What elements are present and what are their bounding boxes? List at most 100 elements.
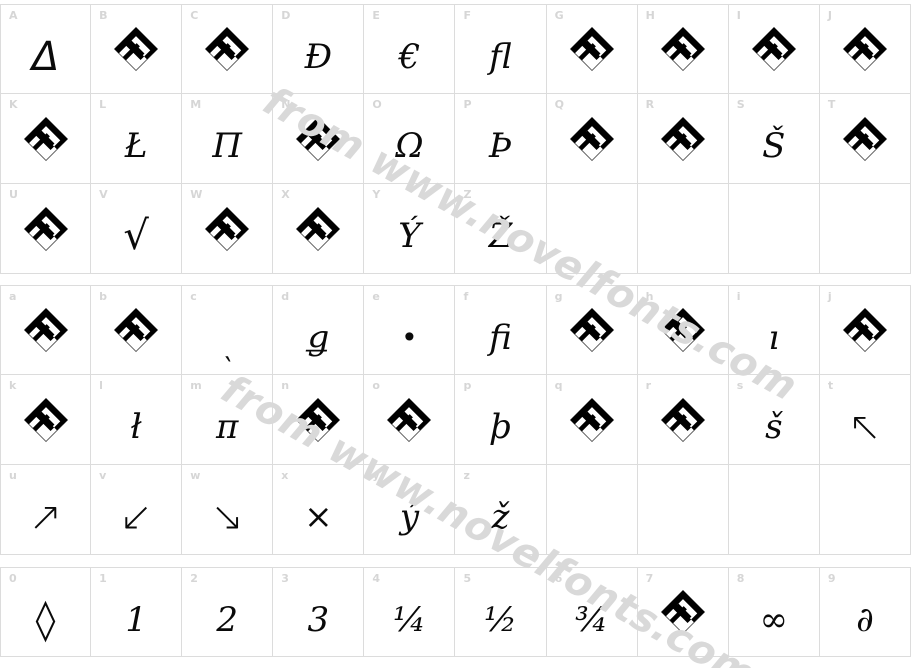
character-cell-label: T [827, 98, 836, 111]
character-cell-glyph: ı [768, 318, 780, 358]
character-cell[interactable]: n [273, 375, 365, 465]
novelfonts-diamond-f-logo-icon [660, 397, 706, 443]
character-cell-label: n [281, 379, 290, 392]
character-cell-glyph: ¼ [392, 600, 426, 640]
character-cell[interactable]: LŁ [91, 94, 183, 184]
character-cell[interactable]: 4¼ [364, 567, 456, 657]
character-cell[interactable]: 33 [273, 567, 365, 657]
character-cell[interactable]: pþ [455, 375, 547, 465]
character-cell-label: v [99, 469, 107, 482]
character-cell[interactable]: 8 ∞ [728, 567, 820, 657]
character-cell[interactable]: X [273, 184, 365, 274]
character-cell[interactable]: sš [728, 375, 820, 465]
character-cell[interactable]: k [0, 375, 92, 465]
character-cell-glyph: ž [491, 497, 510, 537]
character-cell[interactable]: J [819, 4, 911, 94]
character-row: k l ł m π n o p þ q r s š t ↖ [0, 375, 911, 465]
character-cell[interactable]: SŠ [728, 94, 820, 184]
character-cell[interactable]: iı [728, 285, 820, 375]
character-cell[interactable]: u ↗ [0, 465, 92, 555]
character-cell-label: 5 [463, 572, 472, 585]
character-cell-glyph: Ł [124, 126, 148, 166]
novelfonts-diamond-f-logo-icon [204, 26, 250, 72]
character-cell-label: o [372, 379, 380, 392]
character-cell-label: 2 [190, 572, 198, 585]
character-cell[interactable]: g [546, 285, 638, 375]
character-cell-label: j [827, 290, 832, 303]
novelfonts-diamond-f-logo-icon [204, 206, 250, 252]
character-cell[interactable]: v ↙ [91, 465, 183, 555]
character-cell[interactable]: DĐ [273, 4, 365, 94]
character-cell-label: w [190, 469, 201, 482]
character-cell[interactable]: cˋ [182, 285, 274, 375]
character-row: KLŁMΠNOΩPÞ Q RSŠ T [0, 94, 911, 184]
character-cell-glyph: ¾ [575, 600, 609, 640]
character-row: a b c ˋ d ǥ e • f ﬁ g h i ı j [0, 285, 911, 375]
novelfonts-diamond-f-logo-icon [842, 26, 888, 72]
character-cell-glyph: ý [399, 497, 420, 537]
character-cell[interactable]: G [546, 4, 638, 94]
character-cell-empty [728, 465, 820, 555]
character-cell[interactable]: R [637, 94, 729, 184]
character-cell[interactable]: 6¾ [546, 567, 638, 657]
character-cell[interactable]: yý [364, 465, 456, 555]
character-cell[interactable]: q [546, 375, 638, 465]
character-cell-label: G [554, 9, 564, 22]
character-cell[interactable]: 0 ◊ [0, 567, 92, 657]
novelfonts-diamond-f-logo-icon [569, 26, 615, 72]
character-cell[interactable]: ZŽ [455, 184, 547, 274]
character-cell[interactable]: fﬁ [455, 285, 547, 375]
character-cell[interactable]: I [728, 4, 820, 94]
character-cell[interactable]: b [91, 285, 183, 375]
character-cell[interactable]: B [91, 4, 183, 94]
character-cell[interactable]: 22 [182, 567, 274, 657]
character-cell[interactable]: Q [546, 94, 638, 184]
character-cell[interactable]: C [182, 4, 274, 94]
character-cell[interactable]: 9 ∂ [819, 567, 911, 657]
character-cell[interactable]: mπ [182, 375, 274, 465]
character-cell[interactable]: lł [91, 375, 183, 465]
character-cell[interactable]: 11 [91, 567, 183, 657]
character-cell[interactable]: zž [455, 465, 547, 555]
character-cell[interactable]: YÝ [364, 184, 456, 274]
character-cell[interactable]: OΩ [364, 94, 456, 184]
character-cell[interactable]: t ↖ [819, 375, 911, 465]
character-cell-glyph: ◊ [35, 597, 56, 643]
character-cell[interactable]: 5½ [455, 567, 547, 657]
character-cell[interactable]: V √ [91, 184, 183, 274]
character-cell-glyph: • [401, 321, 418, 354]
character-cell[interactable]: MΠ [182, 94, 274, 184]
character-cell[interactable]: H [637, 4, 729, 94]
character-cell[interactable]: o [364, 375, 456, 465]
character-cell[interactable]: PÞ [455, 94, 547, 184]
character-cell[interactable]: dǥ [273, 285, 365, 375]
character-cell[interactable]: AΔ [0, 4, 92, 94]
character-cell-label: C [190, 9, 199, 22]
novelfonts-diamond-f-logo-icon [569, 397, 615, 443]
character-cell[interactable]: h [637, 285, 729, 375]
novelfonts-diamond-f-logo-icon [113, 26, 159, 72]
character-cell[interactable]: a [0, 285, 92, 375]
character-cell-label: Q [554, 98, 564, 111]
character-cell[interactable]: j [819, 285, 911, 375]
character-cell-empty [819, 184, 911, 274]
lowercase-block: a b c ˋ d ǥ e • f ﬁ g h i ı j k l ł m π n o p þ q r s š t ↖ u ↗ v ↙ w ↘ x × y ý… [0, 285, 911, 555]
novelfonts-diamond-f-logo-icon [660, 26, 706, 72]
novelfonts-diamond-f-logo-icon [660, 116, 706, 162]
character-cell-glyph: ł [130, 407, 142, 447]
character-cell[interactable]: E € [364, 4, 456, 94]
character-cell[interactable]: W [182, 184, 274, 274]
character-cell[interactable]: T [819, 94, 911, 184]
character-cell[interactable]: Fﬂ [455, 4, 547, 94]
character-cell[interactable]: w ↘ [182, 465, 274, 555]
character-cell[interactable]: x × [273, 465, 365, 555]
character-cell[interactable]: r [637, 375, 729, 465]
character-cell-empty [546, 184, 638, 274]
character-cell[interactable]: U [0, 184, 92, 274]
character-cell[interactable]: N [273, 94, 365, 184]
character-cell[interactable]: 7 [637, 567, 729, 657]
character-cell[interactable]: K [0, 94, 92, 184]
character-cell-empty [546, 465, 638, 555]
character-cell[interactable]: e • [364, 285, 456, 375]
character-cell-glyph: ∂ [856, 600, 874, 640]
